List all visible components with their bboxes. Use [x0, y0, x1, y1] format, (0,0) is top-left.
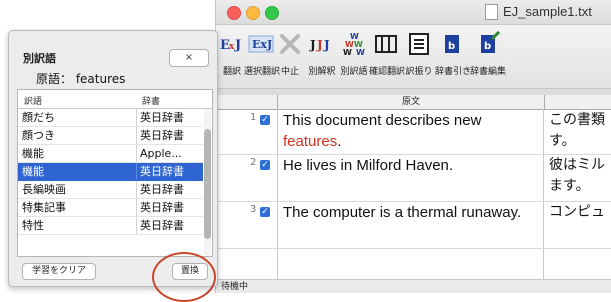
- alternate-translation-label: 別訳語: [340, 67, 368, 77]
- svg-text:J: J: [234, 38, 241, 53]
- row-number: 3: [250, 204, 257, 215]
- alternate-interpretation-icon: JJJ: [309, 38, 330, 52]
- assign-translation-label: 訳振り: [405, 67, 433, 77]
- alternate-interpretation-label: 別解釈: [308, 67, 336, 77]
- replace-highlight-circle: [152, 252, 216, 302]
- confirm-translation-label: 確認翻訳: [369, 67, 406, 77]
- svg-text:J: J: [316, 38, 323, 52]
- row-number: 2: [250, 157, 257, 168]
- svg-text:W: W: [343, 48, 352, 57]
- row-number: 1: [250, 112, 257, 123]
- document-icon: [485, 4, 498, 20]
- toolbar: ExJ 翻訳 ExJ 選択翻訳 中止 JJJ 別解釈 WWWWW 別訳語 確認翻…: [216, 25, 611, 88]
- svg-text:W: W: [356, 48, 365, 57]
- source-text[interactable]: He lives in Milford Haven.: [283, 155, 541, 176]
- minimize-window-button[interactable]: [246, 6, 260, 20]
- list-item[interactable]: 特集記事 英日辞書: [18, 199, 203, 217]
- table-row[interactable]: 2 ✓ He lives in Milford Haven. 彼はミル ます。: [216, 155, 611, 202]
- list-item[interactable]: 長編映画 英日辞書: [18, 181, 203, 199]
- document-table: 原文 1 ✓ This document describes new featu…: [216, 95, 611, 279]
- table-row[interactable]: 1 ✓ This document describes new features…: [216, 110, 611, 155]
- dictionary-edit-button[interactable]: b 辞書編集: [468, 31, 508, 77]
- confirm-translation-icon: [375, 35, 397, 53]
- stop-button[interactable]: 中止: [273, 31, 307, 77]
- selection-translate-icon: ExJ: [248, 35, 274, 53]
- assign-translation-button[interactable]: 訳振り: [402, 31, 436, 77]
- table-row[interactable]: 3 ✓ The computer is a thermal runaway. コ…: [216, 202, 611, 249]
- row-checkbox[interactable]: ✓: [260, 115, 270, 125]
- source-text[interactable]: This document describes new features.: [283, 110, 541, 152]
- zoom-window-button[interactable]: [265, 6, 279, 20]
- svg-text:b: b: [484, 41, 491, 52]
- confirm-translation-button[interactable]: 確認翻訳: [369, 31, 406, 77]
- clear-learning-button[interactable]: 学習をクリア: [22, 263, 96, 280]
- row-checkbox[interactable]: ✓: [260, 160, 270, 170]
- svg-text:J: J: [323, 38, 330, 52]
- svg-text:b: b: [448, 41, 455, 52]
- alternate-translation-panel: 別訳語 × 原語： features 訳語 辞書 顔だち 英日辞書 顔つき 英日辞書…: [8, 30, 218, 287]
- source-column-header: 原文: [277, 95, 545, 109]
- title-bar[interactable]: EJ_sample1.txt: [216, 0, 611, 25]
- alternate-translation-icon: WW WW W: [343, 32, 365, 57]
- list-item[interactable]: 特性 英日辞書: [18, 217, 203, 235]
- dictionary-edit-label: 辞書編集: [469, 67, 506, 77]
- list-header: 訳語 辞書: [18, 90, 212, 109]
- highlighted-word: features: [283, 133, 338, 150]
- dictionary-edit-icon: b: [481, 31, 501, 53]
- target-text[interactable]: この書類 す。: [549, 110, 605, 152]
- list-item[interactable]: 顔つき 英日辞書: [18, 127, 203, 145]
- stop-label: 中止: [280, 67, 299, 77]
- source-text[interactable]: The computer is a thermal runaway.: [283, 202, 541, 223]
- translate-icon: ExJ: [220, 38, 241, 53]
- stop-icon: [280, 34, 300, 54]
- dictionary-lookup-label: 辞書引き: [435, 67, 472, 77]
- dictionary-lookup-icon: b: [445, 35, 459, 53]
- target-text[interactable]: 彼はミル ます。: [549, 155, 605, 197]
- status-bar: 待機中: [216, 279, 611, 293]
- assign-translation-icon: [409, 33, 429, 55]
- panel-close-button[interactable]: ×: [169, 49, 209, 67]
- dictionary-column-header[interactable]: 辞書: [142, 94, 160, 107]
- alternate-translation-button[interactable]: WWWWW 別訳語: [337, 31, 371, 77]
- list-item[interactable]: 顔だち 英日辞書: [18, 109, 203, 127]
- alternate-interpretation-button[interactable]: JJJ 別解釈: [305, 31, 339, 77]
- list-item-selected[interactable]: 機能 英日辞書: [18, 163, 203, 181]
- close-window-button[interactable]: [227, 6, 241, 20]
- main-window: EJ_sample1.txt ExJ 翻訳 ExJ 選択翻訳 中止 JJJ 別解…: [215, 0, 611, 293]
- scrollbar-thumb[interactable]: [204, 129, 211, 239]
- target-text[interactable]: コンピュ: [549, 202, 605, 223]
- source-word-label: 原語： features: [36, 72, 126, 86]
- list-item[interactable]: 機能 Apple...: [18, 145, 203, 163]
- column-header: 原文: [216, 95, 611, 110]
- list-scrollbar[interactable]: [204, 109, 211, 255]
- svg-text:J: J: [309, 38, 316, 52]
- panel-title: 別訳語: [23, 52, 56, 65]
- window-title: EJ_sample1.txt: [503, 4, 592, 19]
- svg-text:ExJ: ExJ: [252, 38, 272, 51]
- row-checkbox[interactable]: ✓: [260, 207, 270, 217]
- translation-list: 訳語 辞書 顔だち 英日辞書 顔つき 英日辞書 機能 Apple... 機能 英日辞書 …: [17, 89, 213, 257]
- translation-column-header[interactable]: 訳語: [24, 94, 42, 107]
- dictionary-lookup-button[interactable]: b 辞書引き: [435, 31, 472, 77]
